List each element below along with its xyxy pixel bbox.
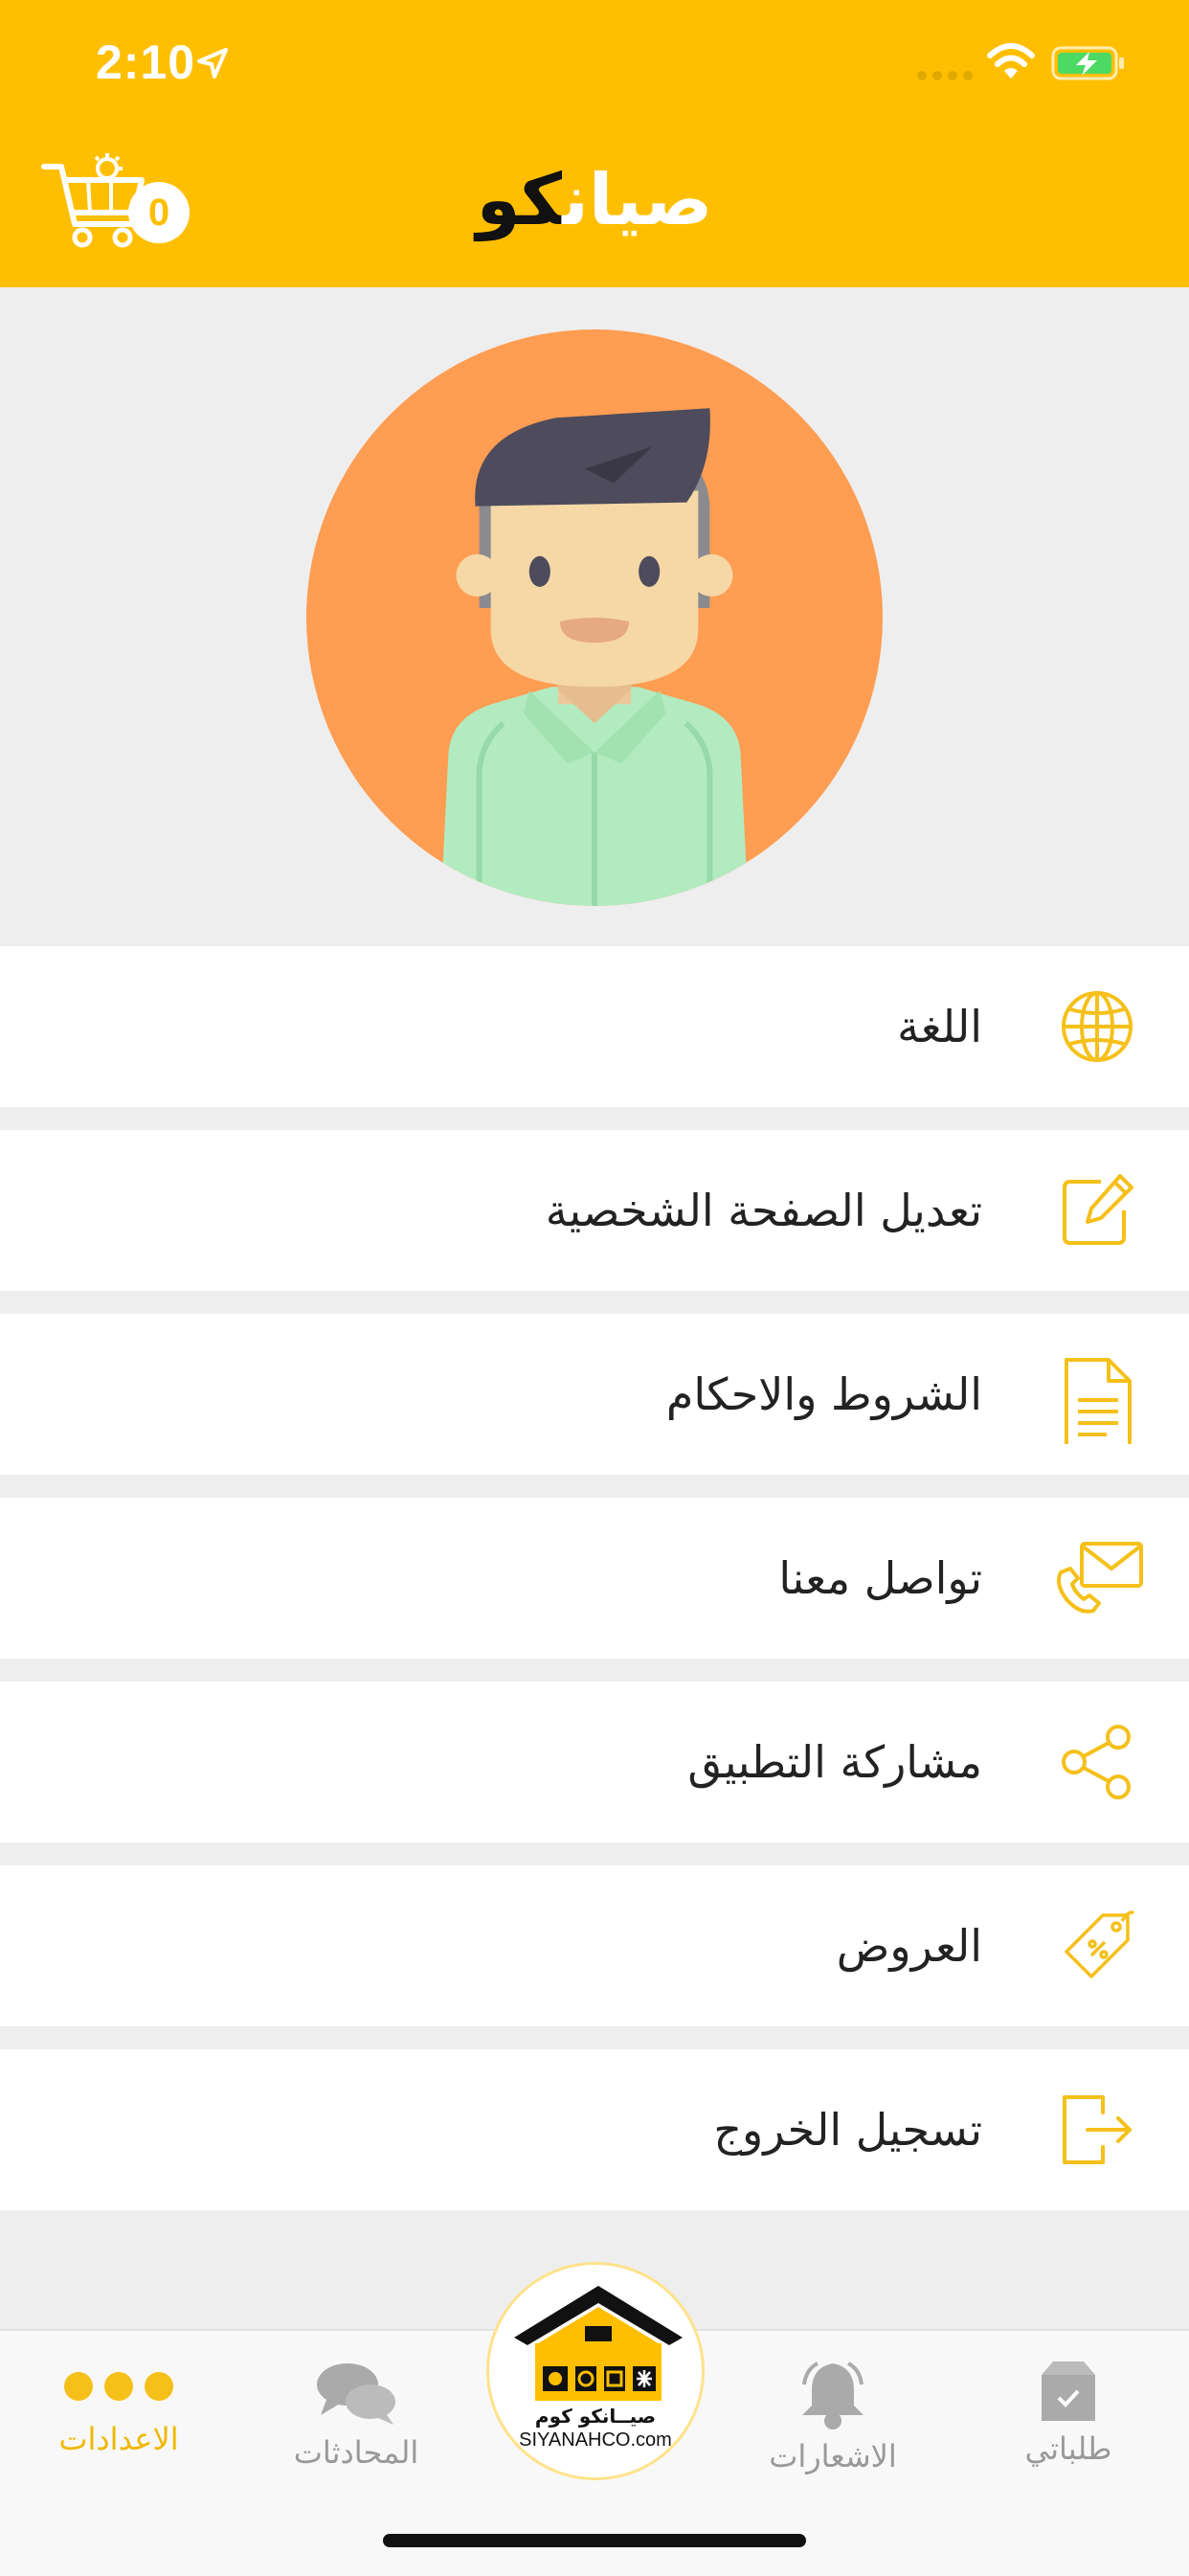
chat-bubbles-icon	[317, 2363, 395, 2425]
menu-item-share[interactable]: مشاركة التطبيق	[0, 1682, 1189, 1842]
home-indicator	[383, 2534, 806, 2547]
contact-icon	[1057, 1542, 1143, 1614]
home-logo-button[interactable]: صيــانكو كوم SIYANAHCO.com	[486, 2262, 705, 2480]
app-header: صيانكو 0	[0, 126, 1189, 287]
signal-icon	[917, 71, 973, 80]
tab-chats[interactable]: المحادثات	[260, 2360, 452, 2503]
menu-label-contact: تواصل معنا	[778, 1552, 982, 1604]
bell-icon	[802, 2361, 864, 2429]
menu-label-terms: الشروط والاحكام	[665, 1368, 982, 1420]
logout-icon	[1063, 2095, 1132, 2164]
status-time: 2:10	[96, 35, 196, 89]
menu-item-language[interactable]: اللغة	[0, 946, 1189, 1107]
more-dots-icon	[64, 2372, 173, 2401]
menu-item-offers[interactable]: العروض	[0, 1865, 1189, 2026]
globe-icon	[1062, 991, 1133, 1062]
location-arrow-icon	[197, 48, 228, 79]
menu-label-edit-profile: تعديل الصفحة الشخصية	[545, 1185, 982, 1236]
menu-label-share: مشاركة التطبيق	[687, 1736, 982, 1788]
tab-notifications[interactable]: الاشعارات	[737, 2360, 929, 2503]
tab-label-orders: طلباتي	[1024, 2430, 1112, 2467]
tag-icon	[1065, 1910, 1135, 1978]
menu-label-logout: تسجيل الخروج	[713, 2104, 982, 2156]
menu-item-contact[interactable]: تواصل معنا	[0, 1498, 1189, 1659]
tab-label-notifications: الاشعارات	[769, 2438, 897, 2474]
tab-settings[interactable]: الاعدادات	[23, 2360, 214, 2503]
menu-item-edit-profile[interactable]: تعديل الصفحة الشخصية	[0, 1130, 1189, 1291]
tab-label-settings: الاعدادات	[58, 2421, 179, 2457]
cart-count-badge: 0	[128, 182, 190, 243]
menu-label-offers: العروض	[836, 1920, 982, 1972]
tab-orders[interactable]: طلباتي	[973, 2360, 1164, 2503]
menu-item-logout[interactable]: تسجيل الخروج	[0, 2049, 1189, 2210]
edit-icon	[1063, 1174, 1133, 1245]
tab-label-chats: المحادثات	[293, 2434, 419, 2471]
avatar[interactable]	[306, 329, 883, 906]
house-logo-icon	[514, 2286, 683, 2401]
battery-charging-icon	[1051, 46, 1124, 80]
share-icon	[1062, 1725, 1131, 1799]
package-icon	[1042, 2361, 1095, 2421]
menu-label-language: اللغة	[897, 1001, 982, 1052]
logo-part-1: صيان	[562, 159, 713, 241]
status-bar: 2:10	[0, 0, 1189, 126]
brand-text-arabic: صيــانكو كوم	[534, 2405, 657, 2428]
logo-part-2: كو	[476, 159, 563, 241]
document-icon	[1065, 1358, 1132, 1444]
menu-item-terms[interactable]: الشروط والاحكام	[0, 1314, 1189, 1475]
profile-area	[0, 287, 1189, 946]
wifi-icon	[987, 43, 1035, 79]
brand-text-english: SIYANAHCO.com	[519, 2429, 672, 2451]
